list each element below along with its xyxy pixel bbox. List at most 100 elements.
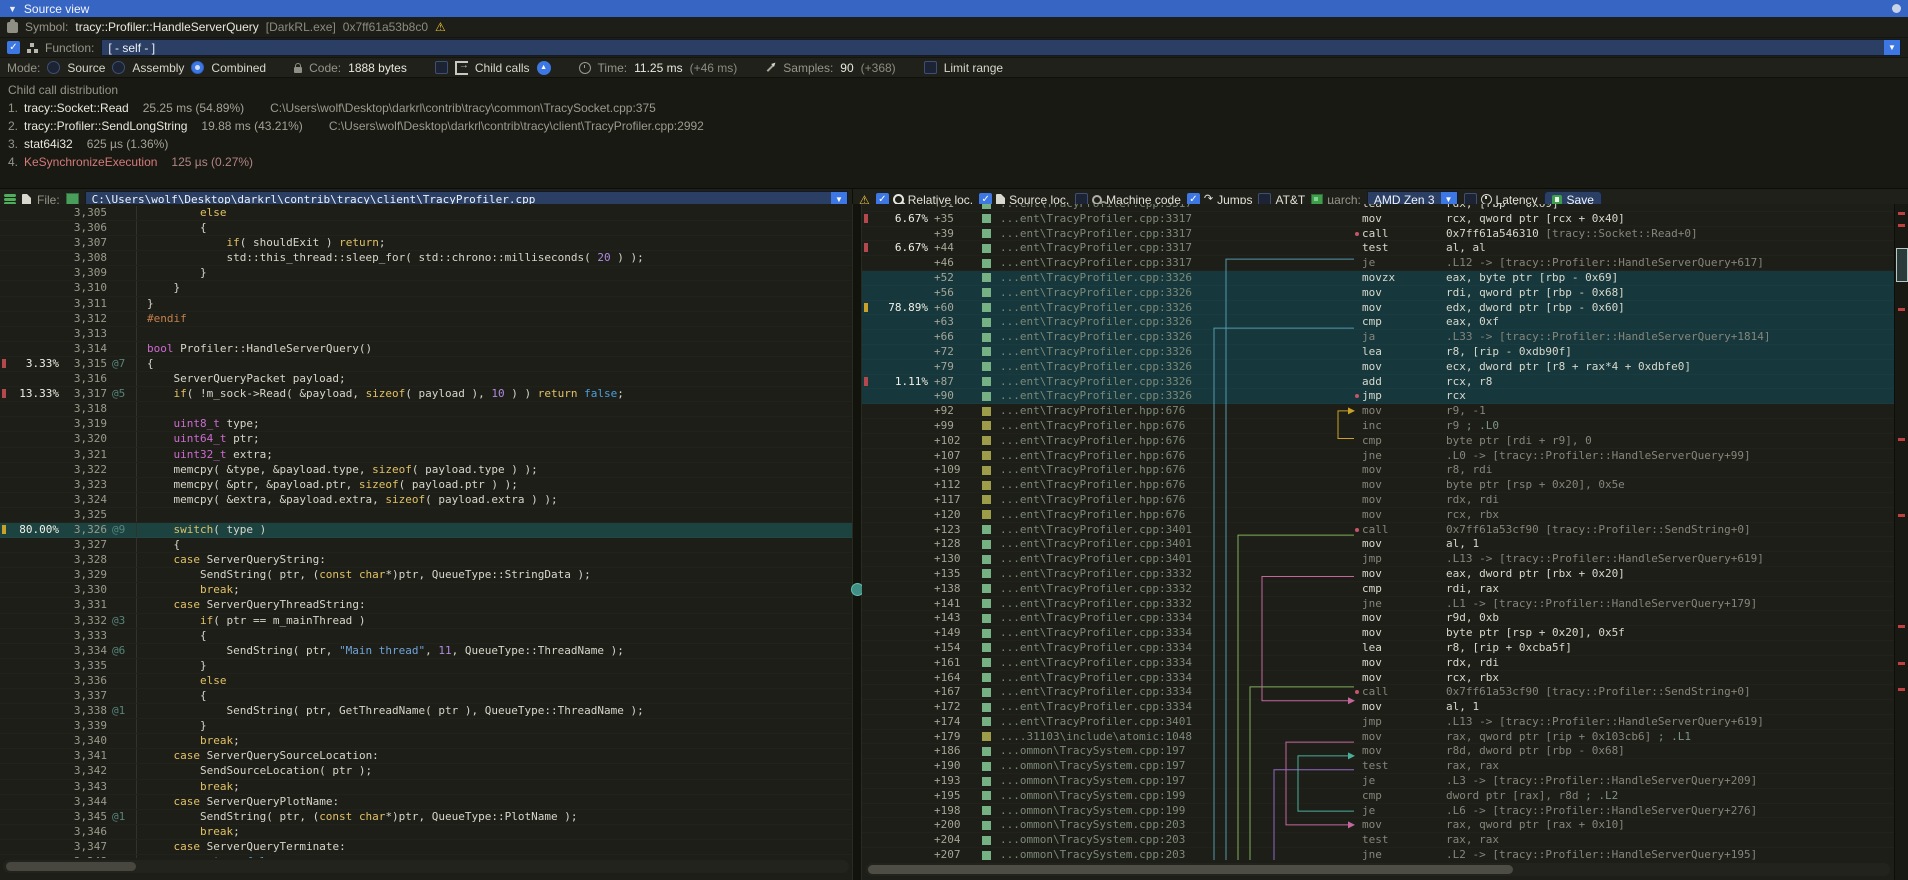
asm-instruction-row[interactable]: +167...ent\TracyProfiler.cpp:3334call0x7… <box>862 685 1895 700</box>
source-line-row[interactable]: 3,338@1 SendString( ptr, GetThreadName( … <box>0 704 852 719</box>
source-line-row[interactable]: 3,347 case ServerQueryTerminate: <box>0 840 852 855</box>
source-line-row[interactable]: 3,344 case ServerQueryPlotName: <box>0 795 852 810</box>
source-line-row[interactable]: 3,307 if( shouldExit ) return; <box>0 236 852 251</box>
source-line-row[interactable]: 3,321 uint32_t extra; <box>0 448 852 463</box>
asm-instruction-row[interactable]: +164...ent\TracyProfiler.cpp:3334movrcx,… <box>862 671 1895 686</box>
source-line-row[interactable]: 3,311} <box>0 297 852 312</box>
asm-instruction-row[interactable]: +143...ent\TracyProfiler.cpp:3334movr9d,… <box>862 611 1895 626</box>
asm-instruction-row[interactable]: +179....31103\include\atomic:1048movrax,… <box>862 730 1895 745</box>
source-hscrollbar[interactable] <box>3 860 849 873</box>
source-line-row[interactable]: 3,306 { <box>0 221 852 236</box>
asm-instruction-row[interactable]: +90...ent\TracyProfiler.cpp:3326jmprcx <box>862 389 1895 404</box>
source-line-row[interactable]: 3.33%3,315@7{ <box>0 357 852 372</box>
source-line-row[interactable]: 3,339 } <box>0 719 852 734</box>
asm-instruction-row[interactable]: 1.11%+87...ent\TracyProfiler.cpp:3326add… <box>862 375 1895 390</box>
source-line-row[interactable]: 13.33%3,317@5 if( !m_sock->Read( &payloa… <box>0 387 852 402</box>
asm-instruction-row[interactable]: +99...ent\TracyProfiler.hpp:676incr9 ; .… <box>862 419 1895 434</box>
close-button[interactable] <box>1892 4 1901 13</box>
source-line-row[interactable]: 3,327 { <box>0 538 852 553</box>
asm-instruction-row[interactable]: +149...ent\TracyProfiler.cpp:3334movbyte… <box>862 626 1895 641</box>
radio-source[interactable] <box>47 61 60 74</box>
source-line-row[interactable]: 3,313 <box>0 327 852 342</box>
asm-instruction-row[interactable]: +107...ent\TracyProfiler.hpp:676jne.L0 -… <box>862 449 1895 464</box>
function-select[interactable]: [ - self - ] ▼ <box>101 39 1901 56</box>
function-checkbox[interactable]: ✓ <box>7 41 20 54</box>
asm-instruction-row[interactable]: +56...ent\TracyProfiler.cpp:3326movrdi, … <box>862 286 1895 301</box>
source-line-row[interactable]: 3,342 SendSourceLocation( ptr ); <box>0 764 852 779</box>
source-line-row[interactable]: 3,323 memcpy( &ptr, &payload.ptr, sizeof… <box>0 478 852 493</box>
assembly-view[interactable]: +31...ent\TracyProfiler.cpp:3317leardx, … <box>862 204 1895 860</box>
source-line-row[interactable]: 3,346 break; <box>0 825 852 840</box>
source-line-row[interactable]: 3,348 return false; <box>0 855 852 858</box>
child-call-row[interactable]: 1.tracy::Socket::Read25.25 ms (54.89%)C:… <box>8 99 1900 117</box>
source-line-row[interactable]: 3,320 uint64_t ptr; <box>0 432 852 447</box>
radio-assembly[interactable] <box>112 61 125 74</box>
source-line-row[interactable]: 3,314bool Profiler::HandleServerQuery() <box>0 342 852 357</box>
asm-instruction-row[interactable]: +46...ent\TracyProfiler.cpp:3317je.L12 -… <box>862 256 1895 271</box>
source-line-row[interactable]: 3,345@1 SendString( ptr, (const char*)pt… <box>0 810 852 825</box>
source-line-row[interactable]: 3,312#endif <box>0 312 852 327</box>
source-line-row[interactable]: 3,309 } <box>0 266 852 281</box>
asm-instruction-row[interactable]: +102...ent\TracyProfiler.hpp:676cmpbyte … <box>862 434 1895 449</box>
asm-instruction-row[interactable]: +109...ent\TracyProfiler.hpp:676movr8, r… <box>862 463 1895 478</box>
asm-instruction-row[interactable]: +174...ent\TracyProfiler.cpp:3401jmp.L13… <box>862 715 1895 730</box>
asm-instruction-row[interactable]: +79...ent\TracyProfiler.cpp:3326movecx, … <box>862 360 1895 375</box>
source-code-view[interactable]: 3,305 else3,306 {3,307 if( shouldExit ) … <box>0 204 852 858</box>
source-line-row[interactable]: 3,334@6 SendString( ptr, "Main thread", … <box>0 644 852 659</box>
source-line-row[interactable]: 80.00%3,326@9 switch( type ) <box>0 523 852 538</box>
asm-instruction-row[interactable]: +63...ent\TracyProfiler.cpp:3326cmpeax, … <box>862 315 1895 330</box>
source-line-row[interactable]: 3,332@3 if( ptr == m_mainThread ) <box>0 614 852 629</box>
assembly-hscrollbar[interactable] <box>866 863 1890 876</box>
source-line-row[interactable]: 3,308 std::this_thread::sleep_for( std::… <box>0 251 852 266</box>
asm-instruction-row[interactable]: 6.67%+44...ent\TracyProfiler.cpp:3317tes… <box>862 241 1895 256</box>
asm-instruction-row[interactable]: +39...ent\TracyProfiler.cpp:3317call0x7f… <box>862 227 1895 242</box>
source-line-row[interactable]: 3,329 SendString( ptr, (const char*)ptr,… <box>0 568 852 583</box>
source-line-row[interactable]: 3,335 } <box>0 659 852 674</box>
asm-instruction-row[interactable]: +207...ommon\TracySystem.cpp:203jne.L2 -… <box>862 848 1895 860</box>
asm-instruction-row[interactable]: +66...ent\TracyProfiler.cpp:3326ja.L33 -… <box>862 330 1895 345</box>
chevron-down-icon[interactable]: ▼ <box>1884 40 1900 55</box>
asm-instruction-row[interactable]: +154...ent\TracyProfiler.cpp:3334lear8, … <box>862 641 1895 656</box>
asm-instruction-row[interactable]: +120...ent\TracyProfiler.hpp:676movrcx, … <box>862 508 1895 523</box>
source-line-row[interactable]: 3,310 } <box>0 281 852 296</box>
asm-instruction-row[interactable]: +72...ent\TracyProfiler.cpp:3326lear8, [… <box>862 345 1895 360</box>
source-line-row[interactable]: 3,305 else <box>0 206 852 221</box>
asm-instruction-row[interactable]: +200...ommon\TracySystem.cpp:203movrax, … <box>862 818 1895 833</box>
child-calls-checkbox[interactable] <box>435 61 448 74</box>
asm-instruction-row[interactable]: +195...ommon\TracySystem.cpp:199cmpdword… <box>862 789 1895 804</box>
asm-instruction-row[interactable]: +135...ent\TracyProfiler.cpp:3332moveax,… <box>862 567 1895 582</box>
child-call-row[interactable]: 4.KeSynchronizeExecution125 µs (0.27%) <box>8 153 1900 171</box>
pane-splitter[interactable] <box>852 204 862 880</box>
assembly-vscrollbar-thumb[interactable] <box>1896 248 1908 282</box>
asm-instruction-row[interactable]: +193...ommon\TracySystem.cpp:197je.L3 ->… <box>862 774 1895 789</box>
child-call-row[interactable]: 2.tracy::Profiler::SendLongString19.88 m… <box>8 117 1900 135</box>
asm-instruction-row[interactable]: 78.89%+60...ent\TracyProfiler.cpp:3326mo… <box>862 301 1895 316</box>
source-line-row[interactable]: 3,333 { <box>0 629 852 644</box>
source-line-row[interactable]: 3,328 case ServerQueryString: <box>0 553 852 568</box>
asm-instruction-row[interactable]: +190...ommon\TracySystem.cpp:197testrax,… <box>862 759 1895 774</box>
source-line-row[interactable]: 3,341 case ServerQuerySourceLocation: <box>0 749 852 764</box>
asm-instruction-row[interactable]: +52...ent\TracyProfiler.cpp:3326movzxeax… <box>862 271 1895 286</box>
asm-instruction-row[interactable]: +112...ent\TracyProfiler.hpp:676movbyte … <box>862 478 1895 493</box>
source-line-row[interactable]: 3,318 <box>0 402 852 417</box>
asm-instruction-row[interactable]: +117...ent\TracyProfiler.hpp:676movrdx, … <box>862 493 1895 508</box>
source-line-row[interactable]: 3,324 memcpy( &extra, &payload.extra, si… <box>0 493 852 508</box>
source-line-row[interactable]: 3,343 break; <box>0 780 852 795</box>
asm-instruction-row[interactable]: +31...ent\TracyProfiler.cpp:3317leardx, … <box>862 204 1895 212</box>
source-line-row[interactable]: 3,331 case ServerQueryThreadString: <box>0 598 852 613</box>
source-line-row[interactable]: 3,337 { <box>0 689 852 704</box>
asm-instruction-row[interactable]: +123...ent\TracyProfiler.cpp:3401call0x7… <box>862 523 1895 538</box>
asm-instruction-row[interactable]: +186...ommon\TracySystem.cpp:197movr8d, … <box>862 744 1895 759</box>
assembly-vscrollbar[interactable] <box>1894 204 1908 880</box>
child-call-row[interactable]: 3.stat64i32625 µs (1.36%) <box>8 135 1900 153</box>
source-line-row[interactable]: 3,322 memcpy( &type, &payload.type, size… <box>0 463 852 478</box>
source-line-row[interactable]: 3,316 ServerQueryPacket payload; <box>0 372 852 387</box>
limit-range-checkbox[interactable] <box>924 61 937 74</box>
asm-instruction-row[interactable]: +130...ent\TracyProfiler.cpp:3401jmp.L13… <box>862 552 1895 567</box>
asm-instruction-row[interactable]: +138...ent\TracyProfiler.cpp:3332cmprdi,… <box>862 582 1895 597</box>
asm-instruction-row[interactable]: +141...ent\TracyProfiler.cpp:3332jne.L1 … <box>862 597 1895 612</box>
source-line-row[interactable]: 3,340 break; <box>0 734 852 749</box>
asm-instruction-row[interactable]: +198...ommon\TracySystem.cpp:199je.L6 ->… <box>862 804 1895 819</box>
source-line-row[interactable]: 3,325 <box>0 508 852 523</box>
source-line-row[interactable]: 3,319 uint8_t type; <box>0 417 852 432</box>
